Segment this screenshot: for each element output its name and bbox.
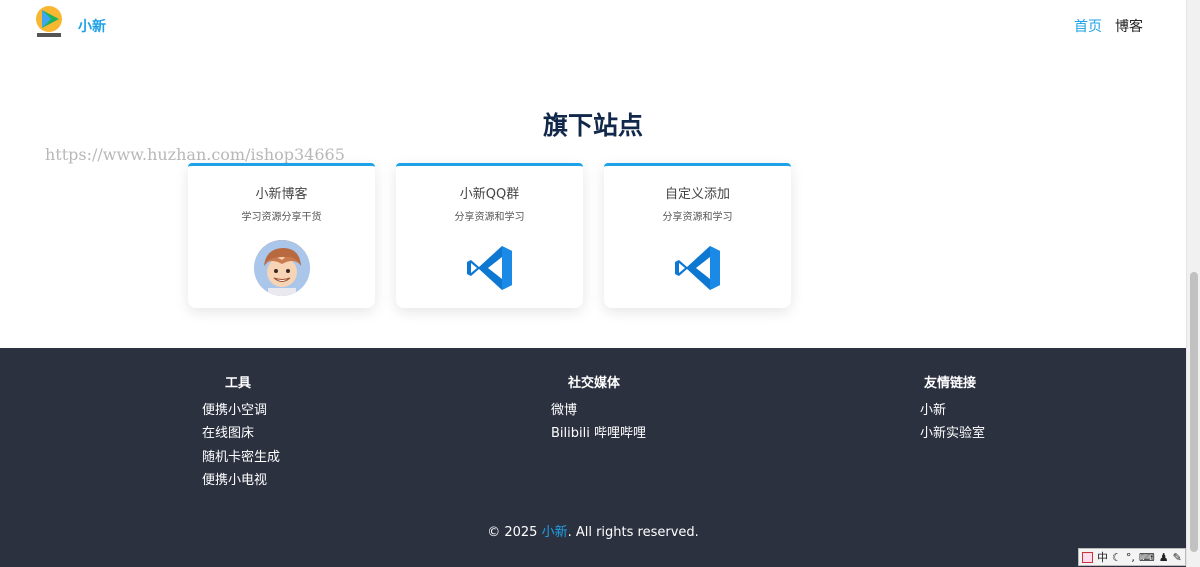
footer-link[interactable]: 随机卡密生成 (202, 446, 280, 465)
card-description: 分享资源和学习 (662, 212, 733, 223)
footer-title-tools: 工具 (225, 376, 252, 391)
card-description: 学习资源分享干货 (241, 212, 322, 223)
wrench-icon[interactable]: ✎ (1173, 551, 1182, 564)
avatar-icon (254, 240, 310, 296)
user-icon[interactable]: ♟ (1159, 551, 1169, 564)
punctuation-icon[interactable]: °, (1126, 551, 1135, 564)
copyright-name-link[interactable]: 小新 (542, 525, 568, 540)
card-title: 小新QQ群 (459, 187, 520, 202)
logo-icon[interactable] (34, 4, 64, 40)
footer-link[interactable]: 便携小空调 (202, 399, 267, 418)
brand-name[interactable]: 小新 (78, 16, 106, 36)
avatar (254, 240, 310, 296)
section-title: 旗下站点 (542, 111, 643, 140)
site-card-custom[interactable]: 自定义添加 分享资源和学习 (604, 163, 791, 308)
footer-link[interactable]: 便携小电视 (202, 469, 267, 488)
copyright-suffix: . All rights reserved. (567, 525, 699, 540)
ime-logo-icon[interactable] (1082, 551, 1093, 563)
copyright-prefix: © 2025 (487, 525, 542, 540)
card-description: 分享资源和学习 (454, 212, 525, 223)
footer-link[interactable]: 微博 (551, 399, 577, 418)
footer-link[interactable]: 小新 (920, 399, 946, 418)
site-card-blog[interactable]: 小新博客 学习资源分享干货 (188, 163, 375, 308)
site-header: 小新 首页 博客 (0, 0, 1186, 50)
ime-mode[interactable]: 中 (1097, 549, 1108, 565)
footer-link[interactable]: 小新实验室 (920, 422, 985, 441)
page-scrollbar[interactable] (1186, 0, 1200, 567)
card-title: 自定义添加 (664, 187, 730, 202)
footer-link[interactable]: 在线图床 (202, 422, 254, 441)
keyboard-icon[interactable]: ⌨ (1139, 551, 1155, 564)
footer-title-social: 社交媒体 (568, 376, 621, 391)
footer-link[interactable]: Bilibili 哔哩哔哩 (551, 422, 646, 441)
scrollbar-thumb[interactable] (1190, 272, 1198, 552)
card-title: 小新博客 (255, 187, 308, 202)
site-footer: 工具 便携小空调 在线图床 随机卡密生成 便携小电视 社交媒体 微博 Bilib… (0, 348, 1186, 567)
moon-icon[interactable]: ☾ (1112, 551, 1122, 564)
vscode-icon (675, 246, 720, 290)
ime-toolbar[interactable]: 中 ☾ °, ⌨ ♟ ✎ (1078, 548, 1186, 566)
copyright: © 2025 小新. All rights reserved. (0, 521, 1186, 540)
nav-home-link[interactable]: 首页 (1074, 16, 1102, 36)
site-card-qq-group[interactable]: 小新QQ群 分享资源和学习 (396, 163, 583, 308)
nav-blog-link[interactable]: 博客 (1115, 16, 1143, 36)
vscode-icon (467, 246, 512, 290)
footer-title-friends: 友情链接 (924, 376, 977, 391)
watermark-text: https://www.huzhan.com/ishop34665 (45, 145, 345, 164)
